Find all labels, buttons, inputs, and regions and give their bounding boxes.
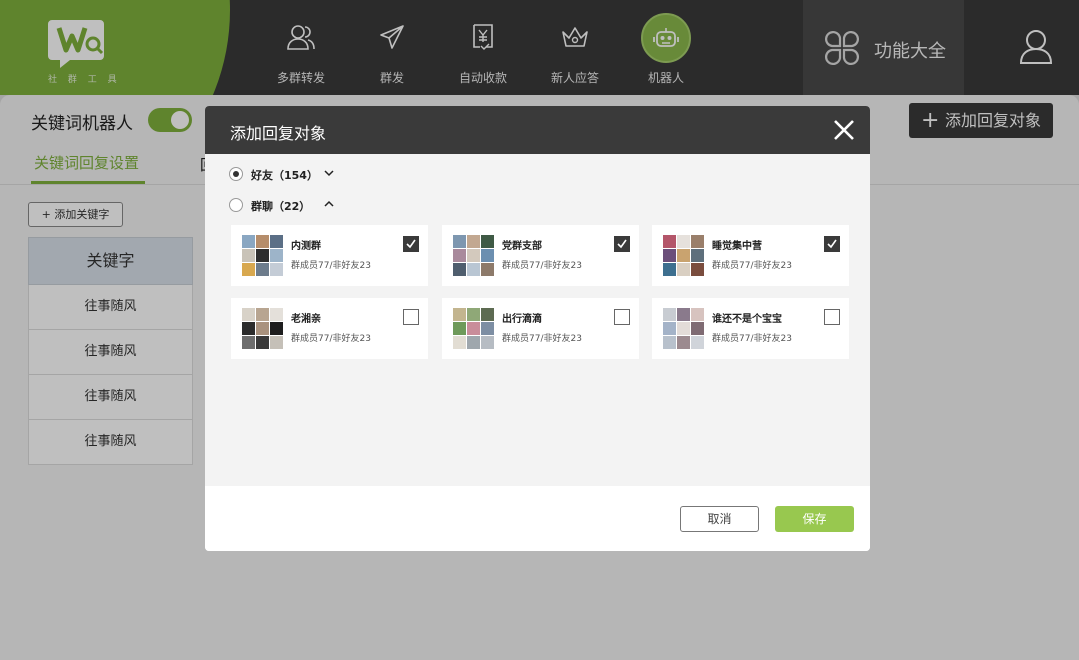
friends-radio[interactable] bbox=[229, 167, 243, 181]
group-meta: 群成员77/非好友23 bbox=[502, 261, 582, 271]
group-checkbox[interactable] bbox=[614, 309, 630, 325]
group-avatar bbox=[453, 308, 494, 349]
group-checkbox[interactable] bbox=[403, 309, 419, 325]
group-checkbox[interactable] bbox=[824, 236, 840, 252]
dialog-body: 好友（154） 群聊（22） 内测群 群成员77/非好友23 党群支部 群成员7… bbox=[205, 154, 870, 486]
group-meta: 群成员77/非好友23 bbox=[291, 334, 371, 344]
group-meta: 群成员77/非好友23 bbox=[291, 261, 371, 271]
group-avatar bbox=[242, 308, 283, 349]
chevron-down-icon[interactable] bbox=[323, 167, 335, 179]
group-avatar bbox=[453, 235, 494, 276]
check-icon bbox=[617, 239, 627, 249]
check-icon bbox=[827, 239, 837, 249]
dialog-header: 添加回复对象 bbox=[205, 106, 870, 154]
group-checkbox[interactable] bbox=[824, 309, 840, 325]
group-name: 内测群 bbox=[291, 241, 321, 252]
group-name: 党群支部 bbox=[502, 241, 542, 252]
group-checkbox[interactable] bbox=[403, 236, 419, 252]
group-name: 睡觉集中营 bbox=[712, 241, 762, 252]
group-avatar bbox=[242, 235, 283, 276]
group-name: 出行滴滴 bbox=[502, 314, 542, 325]
group-card[interactable]: 睡觉集中营 群成员77/非好友23 bbox=[652, 225, 849, 286]
group-meta: 群成员77/非好友23 bbox=[712, 261, 792, 271]
add-reply-object-dialog: 添加回复对象 好友（154） 群聊（22） 内测群 群成员77/非好友23 党群… bbox=[205, 106, 870, 551]
dialog-title: 添加回复对象 bbox=[230, 124, 327, 143]
group-meta: 群成员77/非好友23 bbox=[502, 334, 582, 344]
group-avatar bbox=[663, 308, 704, 349]
dialog-footer: 取消 保存 bbox=[205, 486, 870, 551]
group-name: 老湘亲 bbox=[291, 314, 321, 325]
groups-option[interactable]: 群聊（22） bbox=[229, 196, 339, 214]
group-card[interactable]: 老湘亲 群成员77/非好友23 bbox=[231, 298, 428, 359]
friends-option[interactable]: 好友（154） bbox=[229, 165, 339, 183]
cancel-button[interactable]: 取消 bbox=[680, 506, 759, 532]
group-card[interactable]: 谁还不是个宝宝 群成员77/非好友23 bbox=[652, 298, 849, 359]
groups-label: 群聊（22） bbox=[251, 200, 311, 213]
group-meta: 群成员77/非好友23 bbox=[712, 334, 792, 344]
friends-label: 好友（154） bbox=[251, 169, 318, 182]
group-checkbox[interactable] bbox=[614, 236, 630, 252]
save-button[interactable]: 保存 bbox=[775, 506, 854, 532]
group-card[interactable]: 党群支部 群成员77/非好友23 bbox=[442, 225, 639, 286]
group-name: 谁还不是个宝宝 bbox=[712, 314, 782, 325]
close-icon[interactable] bbox=[832, 118, 856, 142]
group-avatar bbox=[663, 235, 704, 276]
check-icon bbox=[406, 239, 416, 249]
group-card[interactable]: 内测群 群成员77/非好友23 bbox=[231, 225, 428, 286]
groups-radio[interactable] bbox=[229, 198, 243, 212]
chevron-up-icon[interactable] bbox=[323, 198, 335, 210]
group-card[interactable]: 出行滴滴 群成员77/非好友23 bbox=[442, 298, 639, 359]
